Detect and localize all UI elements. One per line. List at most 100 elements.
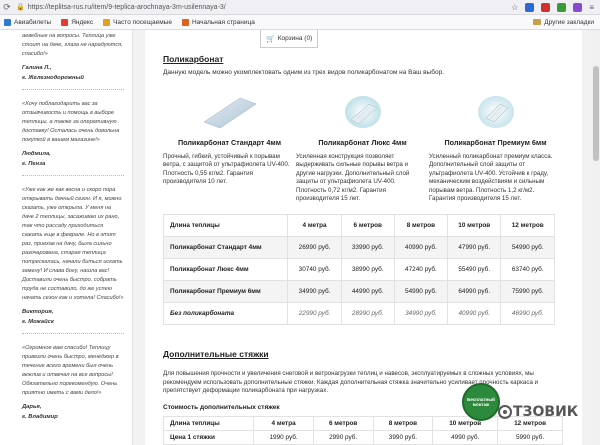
polycarbonate-image <box>466 94 526 130</box>
table-cell: 38990 руб. <box>340 258 395 281</box>
menu-icon[interactable]: ≡ <box>589 3 594 12</box>
review-author: Галина Л., <box>22 65 52 71</box>
product-list: Поликарбонат Стандарт 4мм Прочный, гибки… <box>163 94 563 203</box>
review-city: г. Владимир <box>22 414 58 420</box>
cart-button[interactable]: 🛒 Корзина (0) <box>260 30 319 48</box>
table-header: Длина теплицы <box>162 416 255 431</box>
lock-icon: 🔒 <box>16 4 25 11</box>
table-cell: 34990 руб. <box>393 302 449 325</box>
table-row: Поликарбонат Премиум 6мм 34990 руб. 4499… <box>162 280 555 303</box>
table-cell: 34990 руб. <box>287 280 342 303</box>
table-cell: 63740 руб. <box>500 258 555 281</box>
product-title: Поликарбонат Премиум 6мм <box>444 138 547 147</box>
extension-icon[interactable] <box>557 2 567 12</box>
table-title: Стоимость дополнительных стяжек <box>163 404 280 411</box>
table-header: 8 метров <box>393 214 449 237</box>
table-cell: 54990 руб. <box>393 280 449 303</box>
table-cell: 47240 руб. <box>393 258 449 281</box>
table-cell: 4990 руб. <box>432 430 499 445</box>
review-text: «Хочу поблагодарить вас за отзывчивость … <box>22 101 120 143</box>
review-text: аевебные на вопросы. Теплица уже стоит н… <box>22 33 123 57</box>
table-cell: 33990 руб. <box>340 236 395 259</box>
table-row: Без поликарбоната 22990 руб. 28990 руб. … <box>162 302 555 325</box>
table-cell: 40990 руб. <box>393 236 449 259</box>
bookmark-item[interactable]: Авиабилеты <box>4 18 51 26</box>
table-cell: 55490 руб. <box>447 258 502 281</box>
review-author: Людмила, <box>22 151 51 157</box>
product-description: Усиленный поликарбонат премиум класса. Д… <box>429 153 553 203</box>
free-installation-badge[interactable]: Бесплатный монтаж <box>462 383 500 421</box>
product-title: Поликарбонат Люкс 4мм <box>318 138 407 147</box>
table-cell: 2990 руб. <box>312 430 374 445</box>
table-cell: 3990 руб. <box>372 430 434 445</box>
product-card: Поликарбонат Премиум 6мм Усиленный полик… <box>429 94 562 203</box>
eye-icon <box>498 405 512 419</box>
table-cell: Без поликарбоната <box>162 302 289 325</box>
table-row: Цена 1 стяжки 1990 руб. 2990 руб. 3990 р… <box>162 430 563 445</box>
section-title: Поликарбонат <box>163 54 224 64</box>
review-city: г. Железнодорожный <box>22 75 84 81</box>
extension-icon[interactable] <box>573 2 583 12</box>
table-header: 6 метров <box>312 416 374 431</box>
table-cell: 1990 руб. <box>253 430 314 445</box>
review-text: «Огромное вам спасибо! Теплицу привезли … <box>22 345 119 396</box>
review-author: Виктория, <box>22 309 54 315</box>
table-header: 4 метра <box>287 214 342 237</box>
table-cell: 40990 руб. <box>447 302 502 325</box>
divider <box>22 89 124 90</box>
product-title: Поликарбонат Стандарт 4мм <box>177 138 282 147</box>
bookmark-icon <box>103 18 111 26</box>
extension-icon[interactable] <box>525 2 535 12</box>
table-cell: 5990 руб. <box>497 430 563 445</box>
refresh-icon[interactable]: ⟳ <box>0 2 14 13</box>
table-cell: 30740 руб. <box>287 258 342 281</box>
bookmark-item[interactable]: Начальная страница <box>181 18 255 26</box>
table-cell: Поликарбонат Стандарт 4мм <box>162 236 289 259</box>
scrollbar-thumb[interactable] <box>593 66 599 161</box>
table-header: Длина теплицы <box>162 214 289 237</box>
polycarbonate-image <box>200 94 260 130</box>
divider <box>22 333 124 334</box>
section-description: Данную модель можно укомплектовать одним… <box>163 69 444 76</box>
bookmarks-bar: Авиабилеты Яндекс Часто посещаемые Начал… <box>0 15 600 30</box>
product-card: Поликарбонат Люкс 4мм Усиленная конструк… <box>296 94 429 203</box>
bookmark-item[interactable]: Яндекс <box>61 18 93 26</box>
product-card: Поликарбонат Стандарт 4мм Прочный, гибки… <box>163 94 296 203</box>
table-header: 10 метров <box>447 214 502 237</box>
star-icon[interactable]: ☆ <box>511 3 518 12</box>
browser-toolbar: ⟳ 🔒 https://teplitsa-rus.ru/item/9-tepli… <box>0 0 600 15</box>
price-table: Длина теплицы 4 метра 6 метров 8 метров … <box>162 214 555 325</box>
divider <box>22 175 124 176</box>
table-row: Поликарбонат Стандарт 4мм 26990 руб. 339… <box>162 236 555 259</box>
url-text: https://teplitsa-rus.ru/item/9-teplica-a… <box>27 3 226 11</box>
table-row: Поликарбонат Люкс 4мм 30740 руб. 38990 р… <box>162 258 555 281</box>
cart-label: Корзина (0) <box>277 35 313 42</box>
product-description: Прочный, гибкий, устойчивый к порывам ве… <box>163 153 290 186</box>
bookmark-icon <box>181 18 189 26</box>
table-cell: Поликарбонат Люкс 4мм <box>162 258 289 281</box>
table-cell: 64990 руб. <box>447 280 502 303</box>
table-header: 8 метров <box>372 416 434 431</box>
cart-icon: 🛒 <box>266 35 275 43</box>
reviews-column: аевебные на вопросы. Теплица уже стоит н… <box>0 30 133 445</box>
extension-icon[interactable] <box>541 2 551 12</box>
bookmark-icon <box>4 18 11 26</box>
section-description: Для повышения прочности и увеличения сне… <box>163 370 539 394</box>
bookmark-item[interactable]: Часто посещаемые <box>103 18 172 26</box>
review-city: г. Можайск <box>22 319 54 325</box>
review-text: «Уже как же как весна и скоро пора откры… <box>22 187 124 301</box>
table-cell: Цена 1 стяжки <box>162 430 255 445</box>
table-cell: 28990 руб. <box>340 302 395 325</box>
table-header: 12 метров <box>500 214 555 237</box>
other-bookmarks[interactable]: Другие закладки <box>533 19 594 26</box>
ties-table: Длина теплицы 4 метра 6 метров 8 метров … <box>162 416 563 445</box>
table-cell: 46990 руб. <box>500 302 555 325</box>
polycarbonate-image <box>333 94 393 130</box>
address-bar[interactable]: 🔒 https://teplitsa-rus.ru/item/9-teplica… <box>16 2 511 13</box>
product-description: Усиленная конструкция позволяет выдержив… <box>296 153 410 203</box>
table-cell: 54990 руб. <box>500 236 555 259</box>
table-header-row: Длина теплицы 4 метра 6 метров 8 метров … <box>162 214 555 237</box>
table-header: 4 метра <box>253 416 314 431</box>
table-cell: 47990 руб. <box>447 236 502 259</box>
scrollbar[interactable] <box>592 30 600 445</box>
